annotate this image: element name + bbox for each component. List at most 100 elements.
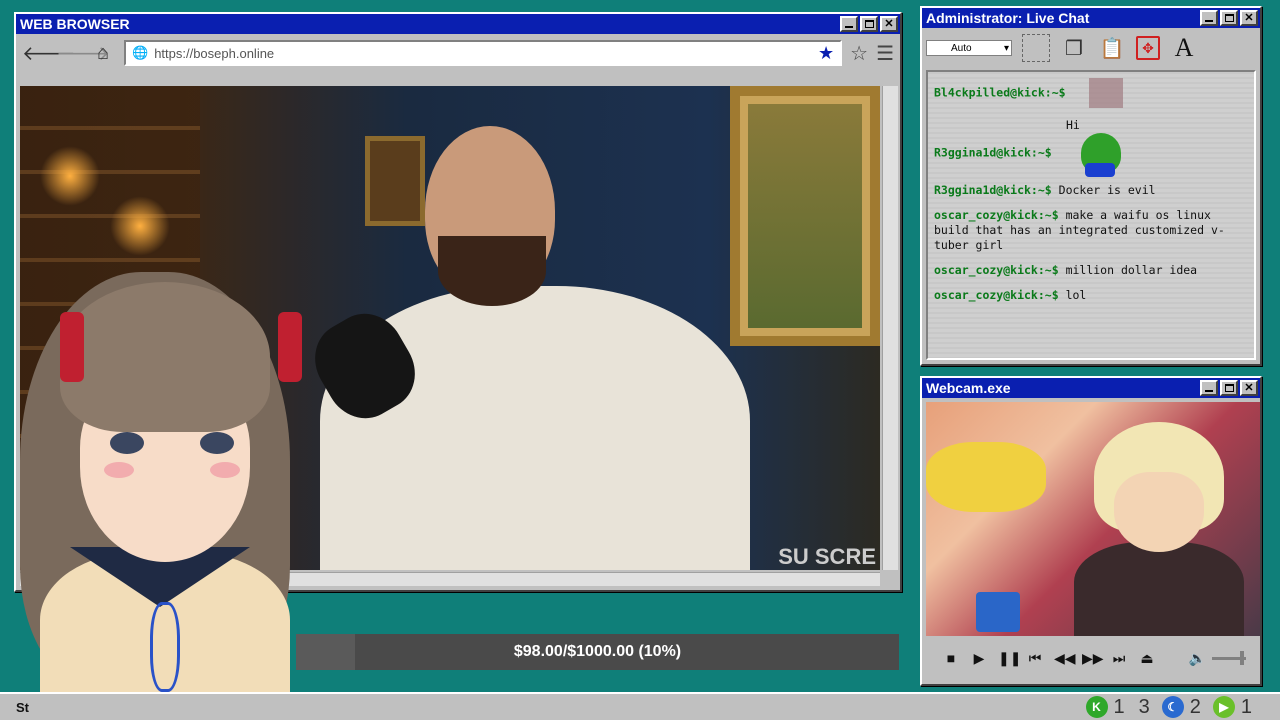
pepe-emote-icon: [1080, 133, 1121, 177]
home-icon[interactable]: ⌂: [90, 42, 116, 65]
avatar-hair-ribbon: [60, 312, 84, 382]
maximize-icon: [1224, 384, 1234, 392]
volume-control[interactable]: 🔈: [1189, 650, 1246, 667]
eject-icon[interactable]: ⏏: [1138, 650, 1156, 667]
url-text: https://boseph.online: [154, 45, 275, 61]
minimize-icon: [845, 26, 853, 28]
webcam-titlebar[interactable]: Webcam.exe ✕: [922, 378, 1260, 398]
avatar-bangs: [60, 282, 270, 432]
chat-text: Hi: [1066, 118, 1080, 132]
close-button[interactable]: ✕: [1240, 10, 1258, 26]
minimize-button[interactable]: [1200, 10, 1218, 26]
play-circle-icon[interactable]: ▶: [1212, 696, 1235, 718]
webcam-character-face: [1114, 472, 1204, 552]
favorites-star-icon[interactable]: ☆: [850, 41, 868, 66]
maximize-icon: [864, 20, 874, 28]
video-lamp-glow: [110, 196, 170, 256]
tray-count: 1: [1113, 695, 1125, 718]
play-icon[interactable]: ▶: [970, 650, 988, 667]
chat-message: oscar_cozy@kick:~$ million dollar idea: [934, 263, 1248, 278]
minimize-icon: [1205, 20, 1213, 22]
paste-icon[interactable]: 📋: [1098, 34, 1126, 62]
globe-icon: 🌐: [132, 45, 149, 60]
maximize-icon: [1224, 14, 1234, 22]
chat-message: oscar_cozy@kick:~$ make a waifu os linux…: [934, 208, 1248, 253]
chat-text: Docker is evil: [1058, 183, 1156, 197]
webcam-character-body: [1074, 542, 1244, 636]
maximize-button[interactable]: [1220, 380, 1238, 396]
system-tray: K 1 3 ☾ 2 ▶ 1: [1085, 695, 1261, 719]
chat-text: million dollar idea: [1065, 263, 1198, 277]
chat-username: Bl4ckpilled@kick:~$: [934, 85, 1066, 100]
chat-toolbar: Auto ▾ ❐ 📋 ✥ A: [922, 28, 1260, 68]
chat-username: oscar_cozy@kick:~$: [934, 208, 1059, 222]
webcam-pillow: [926, 442, 1046, 512]
fast-forward-icon[interactable]: ▶▶: [1082, 650, 1104, 667]
font-icon[interactable]: A: [1170, 33, 1198, 62]
chat-username: R3ggina1d@kick:~$: [934, 183, 1052, 197]
skip-forward-icon[interactable]: ⏭: [1110, 650, 1128, 667]
webcam-window: Webcam.exe ✕ ■ ▶ ❚❚ ⏮ ◀◀ ▶▶ ⏭ ⏏ 🔈: [920, 376, 1262, 686]
rewind-icon[interactable]: ◀◀: [1054, 650, 1076, 667]
minimize-button[interactable]: [840, 16, 858, 32]
avatar-hair-ribbon: [278, 312, 302, 382]
chat-messages[interactable]: Bl4ckpilled@kick:~$ Hi R3ggina1d@kick:~$…: [926, 70, 1256, 360]
avatar-eye: [200, 432, 234, 454]
forward-icon[interactable]: 🡒: [56, 41, 110, 66]
chat-message: oscar_cozy@kick:~$ lol: [934, 288, 1248, 303]
vtuber-avatar: [0, 262, 320, 720]
close-icon: ✕: [1244, 381, 1254, 394]
webcam-mug: [976, 592, 1020, 632]
select-tool-icon[interactable]: [1022, 34, 1050, 62]
skip-back-icon[interactable]: ⏮: [1026, 650, 1044, 667]
chat-title: Administrator: Live Chat: [926, 10, 1090, 26]
video-person-beard: [438, 236, 546, 306]
avatar-eye: [110, 432, 144, 454]
vertical-scrollbar[interactable]: [882, 86, 898, 570]
close-button[interactable]: ✕: [880, 16, 898, 32]
bookmark-star-icon[interactable]: ★: [818, 43, 834, 64]
chat-titlebar[interactable]: Administrator: Live Chat ✕: [922, 8, 1260, 28]
chat-window: Administrator: Live Chat ✕ Auto ▾ ❐ 📋 ✥ …: [920, 6, 1262, 366]
address-bar[interactable]: 🌐 https://boseph.online ★: [124, 40, 843, 66]
emote-image: [1088, 78, 1123, 108]
back-icon[interactable]: 🡐: [22, 41, 76, 66]
menu-icon[interactable]: ☰: [876, 41, 894, 66]
volume-slider[interactable]: [1212, 650, 1246, 665]
chat-message: Hi: [1066, 118, 1248, 133]
close-button[interactable]: ✕: [1240, 380, 1258, 396]
start-button[interactable]: St: [16, 700, 29, 715]
chat-message: Bl4ckpilled@kick:~$: [934, 78, 1248, 108]
chat-username: oscar_cozy@kick:~$: [934, 288, 1059, 302]
kick-icon[interactable]: K: [1085, 696, 1108, 718]
avatar-blush: [104, 462, 134, 478]
move-icon[interactable]: ✥: [1136, 36, 1160, 60]
maximize-button[interactable]: [860, 16, 878, 32]
browser-titlebar[interactable]: WEB BROWSER ✕: [16, 14, 900, 34]
chat-username: oscar_cozy@kick:~$: [934, 263, 1059, 277]
avatar-blush: [210, 462, 240, 478]
stop-icon[interactable]: ■: [942, 650, 960, 666]
browser-toolbar: 🡐 🡒 ⌂ 🌐 https://boseph.online ★ ☆ ☰: [16, 34, 900, 72]
video-painting: [730, 86, 880, 346]
webcam-title: Webcam.exe: [926, 380, 1011, 396]
video-subscribe-overlay: SU SCRE: [778, 544, 876, 569]
copy-icon[interactable]: ❐: [1060, 34, 1088, 62]
avatar-ribbon-tie: [150, 602, 180, 692]
browser-title: WEB BROWSER: [20, 16, 130, 32]
tray-count: 2: [1189, 695, 1201, 718]
media-controls: ■ ▶ ❚❚ ⏮ ◀◀ ▶▶ ⏭ ⏏ 🔈: [926, 640, 1260, 676]
auto-dropdown[interactable]: Auto ▾: [926, 40, 1012, 56]
auto-dropdown-value: Auto: [951, 42, 972, 54]
taskbar: St K 1 3 ☾ 2 ▶ 1: [0, 692, 1280, 720]
maximize-button[interactable]: [1220, 10, 1238, 26]
close-icon: ✕: [884, 17, 894, 30]
chat-message: R3ggina1d@kick:~$ Docker is evil: [934, 183, 1248, 198]
minimize-button[interactable]: [1200, 380, 1218, 396]
volume-icon: 🔈: [1188, 649, 1206, 666]
pause-icon[interactable]: ❚❚: [998, 650, 1021, 667]
video-lamp-glow: [40, 146, 100, 206]
moon-icon[interactable]: ☾: [1161, 696, 1184, 718]
tray-count: 1: [1240, 695, 1252, 718]
chat-username: R3ggina1d@kick:~$: [934, 145, 1052, 160]
